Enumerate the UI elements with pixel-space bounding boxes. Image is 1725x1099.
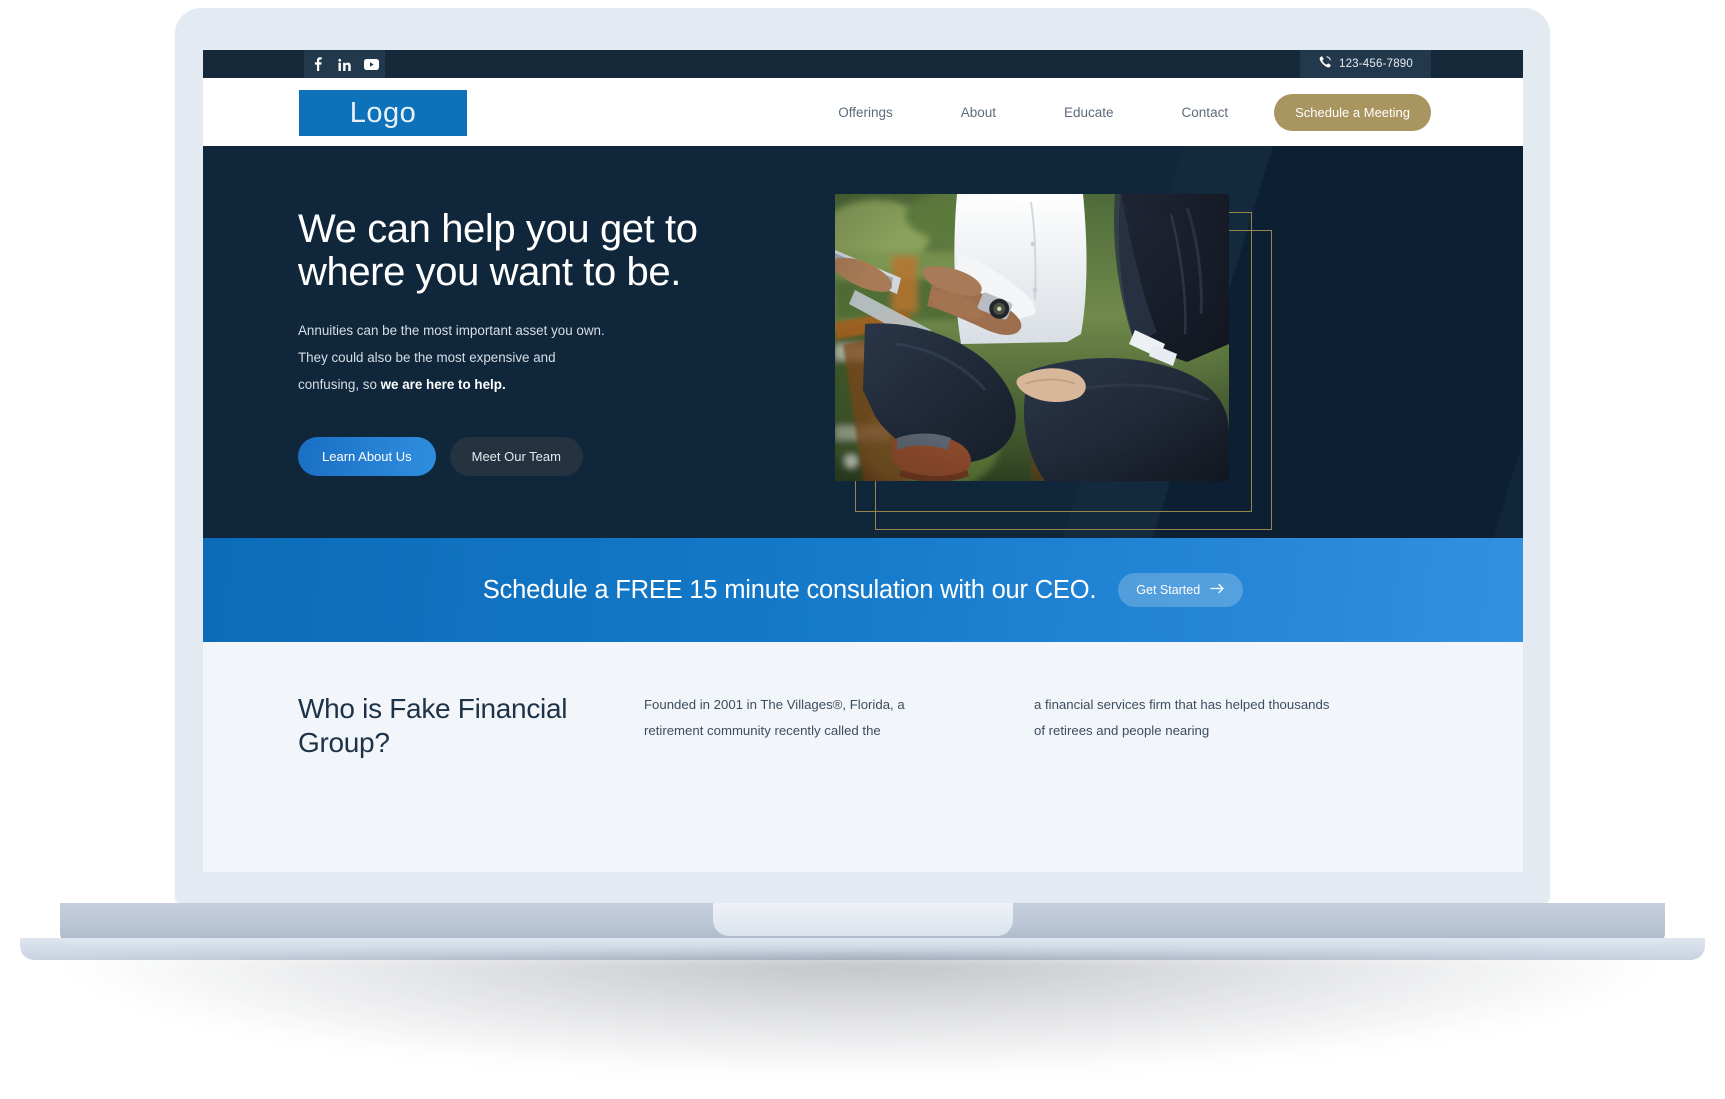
nav-item-contact[interactable]: Contact <box>1148 105 1263 120</box>
cta-band-text: Schedule a FREE 15 minute consulation wi… <box>482 575 1097 604</box>
laptop-shadow <box>70 955 1655 1075</box>
cta-band: Schedule a FREE 15 minute consulation wi… <box>203 538 1523 642</box>
hero-section: We can help you get to where you want to… <box>203 146 1523 538</box>
phone-number-text: 123-456-7890 <box>1338 58 1413 70</box>
nav-links: Offerings About Educate Contact Schedule… <box>804 93 1431 131</box>
nav-item-offerings[interactable]: Offerings <box>804 105 927 120</box>
about-section: Who is Fake Financial Group? Founded in … <box>203 642 1523 872</box>
linkedin-icon[interactable] <box>331 50 358 78</box>
about-title: Who is Fake Financial Group? <box>298 693 568 758</box>
get-started-button[interactable]: Get Started <box>1118 573 1244 607</box>
hero-copy: We can help you get to where you want to… <box>298 207 728 476</box>
main-navigation: Logo Offerings About Educate Contact Sch… <box>203 78 1523 146</box>
meet-our-team-button[interactable]: Meet Our Team <box>449 436 583 476</box>
laptop-base-lip <box>20 938 1705 960</box>
nav-item-educate[interactable]: Educate <box>1030 105 1148 120</box>
laptop-trackpad-notch <box>713 903 1013 936</box>
phone-icon <box>1318 56 1331 72</box>
youtube-icon[interactable] <box>358 50 385 78</box>
site-logo[interactable]: Logo <box>299 90 467 136</box>
about-column-2: a financial services firm that has helpe… <box>1034 697 1330 739</box>
hero-subtitle-bold: we are here to help. <box>380 377 506 392</box>
laptop-screen: 123-456-7890 Logo Offerings About Educat… <box>203 50 1523 872</box>
learn-about-us-button[interactable]: Learn About Us <box>298 436 436 476</box>
hero-subtitle: Annuities can be the most important asse… <box>298 318 620 398</box>
hero-image-group <box>835 194 1275 530</box>
screenshot-stage: 123-456-7890 Logo Offerings About Educat… <box>0 0 1725 1099</box>
phone-number[interactable]: 123-456-7890 <box>1299 50 1431 78</box>
hero-photo <box>835 194 1229 481</box>
hero-title: We can help you get to where you want to… <box>298 207 698 295</box>
get-started-label: Get Started <box>1136 583 1201 597</box>
schedule-meeting-button[interactable]: Schedule a Meeting <box>1274 93 1431 131</box>
facebook-icon[interactable] <box>304 50 331 78</box>
hero-buttons: Learn About Us Meet Our Team <box>298 436 728 476</box>
arrow-right-icon <box>1210 583 1225 597</box>
about-column-1: Founded in 2001 in The Villages®, Florid… <box>644 697 905 739</box>
nav-item-about[interactable]: About <box>927 105 1030 120</box>
social-links <box>304 50 385 78</box>
utility-bar: 123-456-7890 <box>203 50 1523 78</box>
